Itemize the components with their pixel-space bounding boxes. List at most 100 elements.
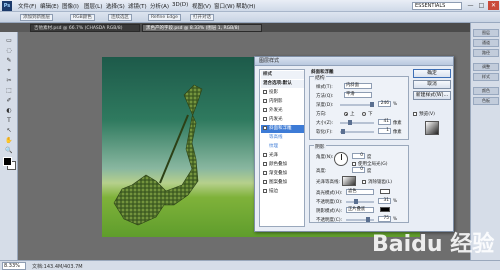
preview-checkbox[interactable] bbox=[413, 111, 417, 116]
style-item-drop-shadow[interactable]: 投影 bbox=[261, 89, 304, 97]
menu-analysis[interactable]: 分析(A) bbox=[150, 2, 169, 10]
zoom-tool-icon[interactable]: 🔍 bbox=[2, 146, 16, 155]
style-item-gradient-overlay[interactable]: 渐变叠加 bbox=[261, 170, 304, 178]
style-item-stroke[interactable]: 描边 bbox=[261, 188, 304, 196]
depth-slider-knob[interactable] bbox=[370, 102, 374, 107]
option-rgb-color[interactable]: RGB颜色 bbox=[70, 14, 95, 21]
shadow-color-swatch[interactable] bbox=[380, 207, 390, 212]
new-style-button[interactable]: 新建样式(W)... bbox=[413, 91, 451, 100]
global-light-checkbox[interactable] bbox=[352, 162, 356, 166]
maximize-icon[interactable]: □ bbox=[476, 1, 487, 10]
angle-input[interactable]: 0 bbox=[352, 153, 365, 159]
style-item-satin[interactable]: 光泽 bbox=[261, 152, 304, 160]
menu-3d[interactable]: 3D(D) bbox=[172, 2, 188, 8]
panel-tab-color[interactable]: 颜色 bbox=[473, 87, 499, 95]
lasso-tool-icon[interactable]: ◌ bbox=[2, 46, 16, 55]
soften-slider-knob[interactable] bbox=[341, 129, 345, 134]
menu-help[interactable]: 帮助(H) bbox=[236, 2, 255, 10]
shadow-opacity-slider[interactable] bbox=[346, 217, 374, 222]
style-item-contour[interactable]: 等高线 bbox=[261, 134, 304, 142]
size-input[interactable]: 41 bbox=[378, 119, 391, 125]
option-open-dialog[interactable]: 打开对话 bbox=[190, 14, 214, 21]
panel-tab-adjustments[interactable]: 调整 bbox=[473, 63, 499, 71]
checkbox-icon[interactable] bbox=[263, 170, 267, 175]
panel-tab-paths[interactable]: 路径 bbox=[473, 49, 499, 57]
bevel-style-select[interactable]: 内斜面 bbox=[344, 83, 372, 89]
soften-input[interactable]: 1 bbox=[378, 128, 391, 134]
panel-tab-styles[interactable]: 样式 bbox=[473, 73, 499, 81]
panel-tab-layers[interactable]: 图层 bbox=[473, 29, 499, 37]
size-slider[interactable] bbox=[340, 120, 374, 125]
direction-up-radio[interactable] bbox=[344, 112, 348, 116]
hand-tool-icon[interactable]: ✋ bbox=[2, 136, 16, 145]
anti-alias-checkbox[interactable] bbox=[362, 180, 366, 184]
doc-tab-guitar[interactable]: 吉他素材.psd @ 66.7% (CHASDA RGB/8) bbox=[30, 24, 140, 32]
technique-select[interactable]: 平滑 bbox=[344, 92, 372, 98]
brush-tool-icon[interactable]: ✎ bbox=[2, 56, 16, 65]
zoom-level-field[interactable]: 8.33% bbox=[2, 262, 26, 270]
checkbox-icon[interactable] bbox=[263, 152, 267, 157]
style-item-texture[interactable]: 纹理 bbox=[261, 143, 304, 151]
close-icon[interactable]: ✕ bbox=[488, 1, 499, 10]
style-item-inner-glow[interactable]: 内发光 bbox=[261, 116, 304, 124]
checkbox-icon[interactable] bbox=[263, 98, 267, 103]
pen-tool-icon[interactable]: ✐ bbox=[2, 96, 16, 105]
style-item-bevel-emboss[interactable]: 斜面和浮雕 bbox=[261, 125, 304, 133]
checkbox-icon[interactable] bbox=[263, 116, 267, 121]
highlight-opacity-input[interactable]: 31 bbox=[378, 198, 391, 204]
preview-option[interactable]: 预览(V) bbox=[413, 111, 435, 117]
highlight-mode-select[interactable]: 滤色 bbox=[346, 189, 374, 195]
checkbox-icon[interactable] bbox=[263, 161, 267, 166]
menu-image[interactable]: 图像(I) bbox=[62, 2, 79, 10]
direction-down-radio[interactable] bbox=[362, 112, 366, 116]
menu-file[interactable]: 文件(F) bbox=[18, 2, 36, 10]
menu-filter[interactable]: 滤镜(T) bbox=[128, 2, 147, 10]
panel-tab-channels[interactable]: 通道 bbox=[473, 39, 499, 47]
panel-tab-swatches[interactable]: 色板 bbox=[473, 97, 499, 105]
size-slider-knob[interactable] bbox=[348, 120, 352, 125]
style-item-pattern-overlay[interactable]: 图案叠加 bbox=[261, 179, 304, 187]
foreground-color-swatch[interactable] bbox=[3, 157, 12, 166]
checkbox-icon[interactable] bbox=[263, 179, 267, 184]
highlight-opacity-slider[interactable] bbox=[346, 199, 374, 204]
menu-view[interactable]: 视图(V) bbox=[192, 2, 211, 10]
cancel-button[interactable]: 取消 bbox=[413, 80, 451, 89]
checkbox-icon[interactable] bbox=[263, 107, 267, 112]
depth-slider[interactable] bbox=[340, 102, 374, 107]
slice-tool-icon[interactable]: ⬚ bbox=[2, 86, 16, 95]
checkbox-icon[interactable] bbox=[263, 188, 267, 193]
angle-dial[interactable] bbox=[334, 152, 348, 166]
dodge-tool-icon[interactable]: ◐ bbox=[2, 106, 16, 115]
style-item-inner-shadow[interactable]: 内阴影 bbox=[261, 98, 304, 106]
path-select-tool-icon[interactable]: ↖ bbox=[2, 126, 16, 135]
type-tool-icon[interactable]: T bbox=[2, 116, 16, 125]
highlight-opacity-knob[interactable] bbox=[354, 199, 358, 204]
menu-edit[interactable]: 编辑(E) bbox=[40, 2, 59, 10]
shadow-mode-select[interactable]: 正片叠底 bbox=[346, 207, 374, 213]
minimize-icon[interactable]: — bbox=[465, 1, 476, 10]
menu-select[interactable]: 选择(S) bbox=[106, 2, 125, 10]
menu-layer[interactable]: 图层(L) bbox=[84, 2, 102, 10]
move-tool-icon[interactable]: ⌖ bbox=[2, 66, 16, 75]
crop-tool-icon[interactable]: ✂ bbox=[2, 76, 16, 85]
altitude-input[interactable]: 0 bbox=[352, 167, 365, 173]
checkbox-icon[interactable] bbox=[263, 89, 267, 94]
workspace-switcher[interactable]: ESSENTIALS bbox=[412, 2, 462, 10]
style-item-outer-glow[interactable]: 外发光 bbox=[261, 107, 304, 115]
shadow-opacity-input[interactable]: 75 bbox=[378, 216, 391, 222]
depth-input[interactable]: 246 bbox=[378, 101, 391, 107]
refine-edge-button[interactable]: Refine Edge bbox=[148, 14, 181, 21]
style-item-styles[interactable]: 样式 bbox=[261, 71, 304, 79]
marquee-tool-icon[interactable]: ▭ bbox=[2, 36, 16, 45]
shadow-opacity-knob[interactable] bbox=[366, 217, 370, 222]
menu-window[interactable]: 窗口(W) bbox=[214, 2, 235, 10]
option-contiguous[interactable]: 连续选区 bbox=[108, 14, 132, 21]
checkbox-checked-icon[interactable] bbox=[263, 125, 267, 130]
doc-tab-active[interactable]: 黑色产的字段.psd @ 8.33% (图层 1, RGB/8) bbox=[142, 24, 262, 32]
soften-slider[interactable] bbox=[340, 129, 374, 134]
ok-button[interactable]: 确定 bbox=[413, 69, 451, 78]
gloss-contour-picker[interactable] bbox=[342, 176, 356, 186]
highlight-color-swatch[interactable] bbox=[380, 189, 390, 194]
option-add-new-layer[interactable]: 添加到新图层 bbox=[20, 14, 53, 21]
style-item-blending[interactable]: 混合选项:默认 bbox=[261, 80, 304, 88]
